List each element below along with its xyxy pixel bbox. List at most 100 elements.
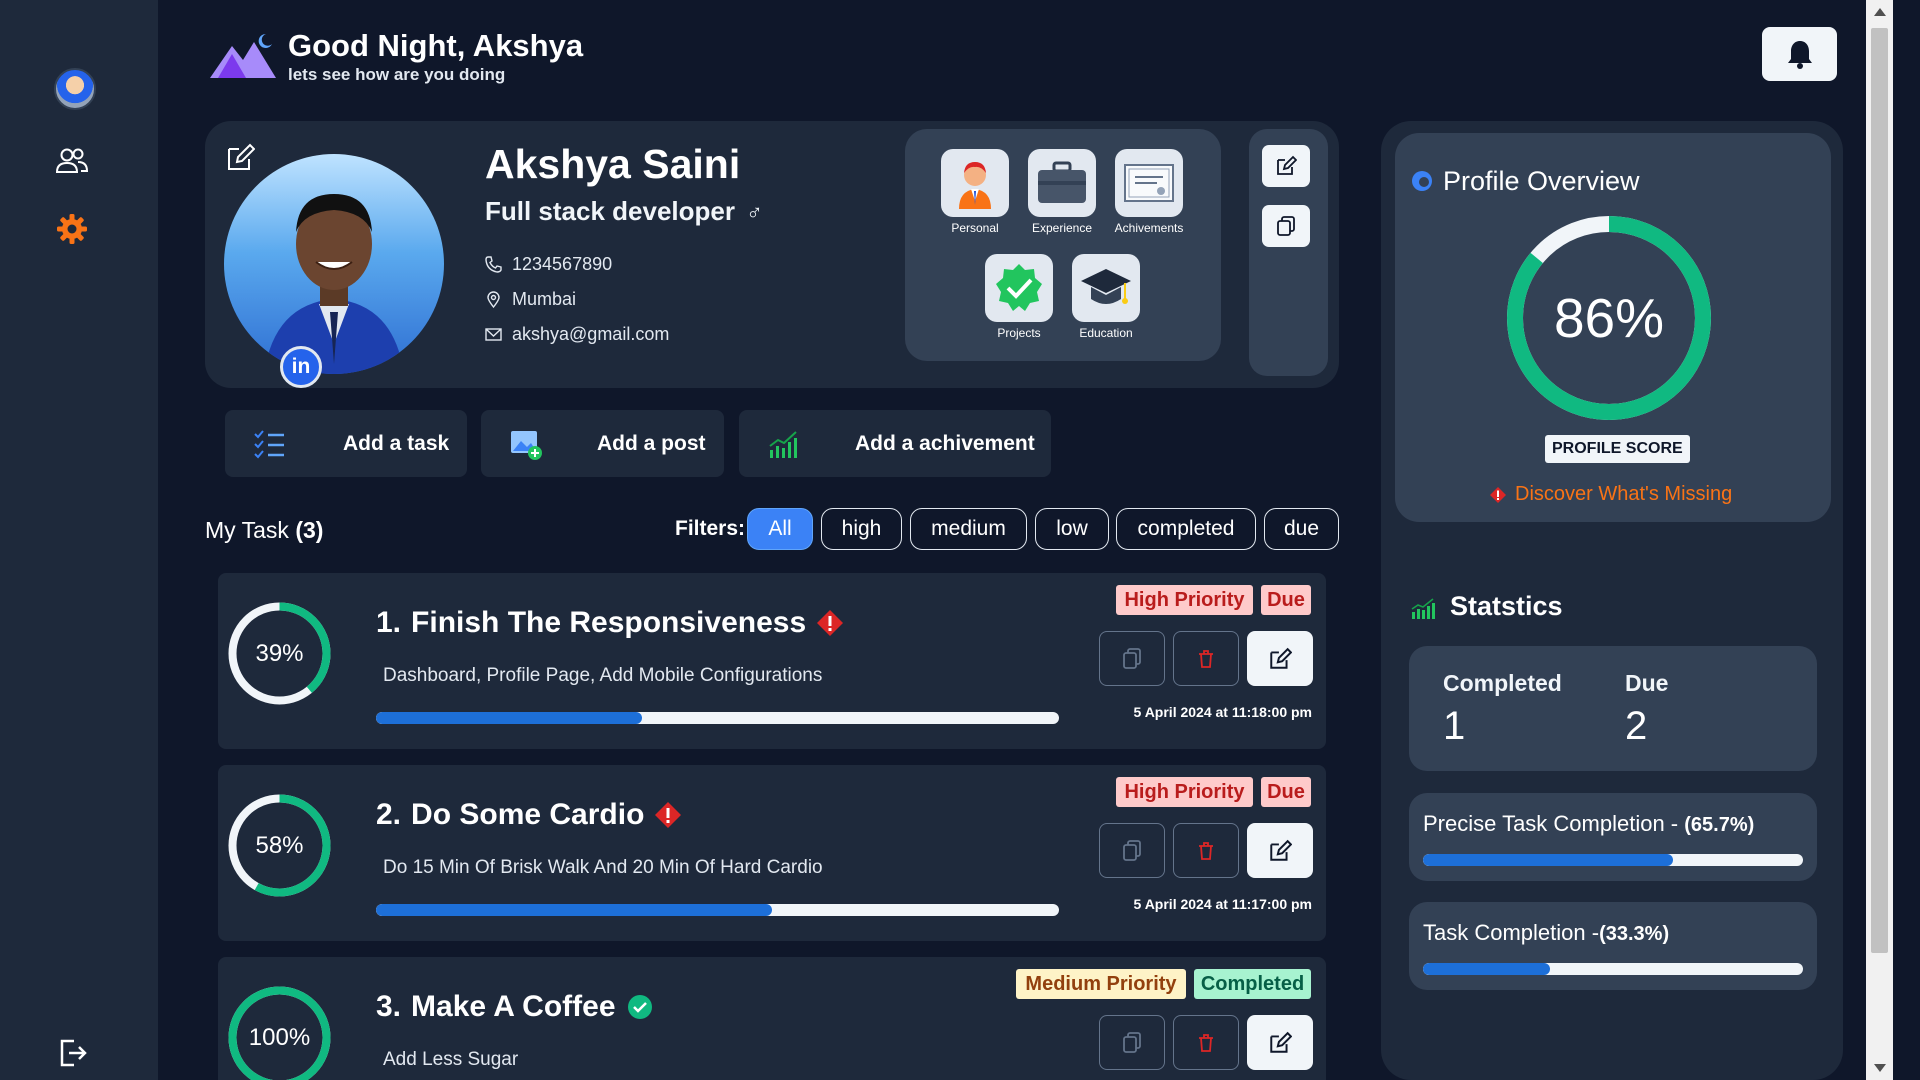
task-completion-bar [1423,963,1803,975]
alert-icon [1490,486,1506,503]
copy-task-button[interactable] [1099,1015,1165,1070]
edit-task-button[interactable] [1247,1015,1313,1070]
avatar[interactable] [54,68,96,110]
task-number: 1. [376,606,402,639]
section-label: Achivements [1114,221,1184,235]
copy-task-button[interactable] [1099,823,1165,878]
precise-completion-label: Precise Task Completion - (65.7%) [1423,811,1754,837]
task-progress-text: 100% [248,1023,311,1051]
status-badge: Due [1261,585,1311,615]
task-progress-text: 58% [255,831,304,859]
task-date: 5 April 2024 at 11:17:00 pm [1133,896,1312,912]
completion-value: (33.3%) [1599,923,1670,945]
delete-task-button[interactable] [1173,823,1239,878]
filter-high[interactable]: high [821,508,902,550]
scroll-down-arrow[interactable] [1874,1064,1886,1072]
edit-button[interactable] [1262,145,1310,187]
section-label: Education [1079,326,1133,340]
trash-icon [1199,649,1213,668]
precise-value: (65.7%) [1684,814,1755,836]
filter-due[interactable]: due [1264,508,1339,550]
task-description: Do 15 Min Of Brisk Walk And 20 Min Of Ha… [383,857,823,878]
my-task-heading: My Task (3) [205,517,323,544]
task-title-text: Finish The Responsiveness [411,606,807,639]
section-personal[interactable]: Personal [930,149,1020,235]
edit-task-button[interactable] [1247,823,1313,878]
add-achievement-button[interactable]: Add a achivement [739,410,1051,477]
page-scrollbar[interactable] [1866,0,1893,1080]
filter-low[interactable]: low [1035,508,1109,550]
discover-missing-link[interactable]: Discover What's Missing [1489,483,1732,506]
filter-completed[interactable]: completed [1116,508,1256,550]
users-icon[interactable] [54,143,90,179]
stats-summary-card: Completed 1 Due 2 [1409,646,1817,771]
delete-task-button[interactable] [1173,631,1239,686]
section-projects[interactable]: Projects [974,254,1064,340]
profile-sections: Personal Experience Achivements Projects… [905,129,1221,361]
my-task-label: My Task [205,517,289,543]
greeting-subtitle: lets see how are you doing [288,65,506,84]
task-list-icon [254,429,284,458]
task-progress-text: 39% [255,639,304,667]
scroll-up-arrow[interactable] [1874,8,1886,16]
logout-icon[interactable] [54,1035,90,1071]
stats-chart-icon [1411,598,1435,619]
filter-medium[interactable]: medium [910,508,1027,550]
priority-badge: Medium Priority [1016,969,1186,999]
alert-icon [817,610,844,636]
profile-role: Full stack developer ♂ [485,196,763,227]
task-title: 3. Make A Coffee [376,990,654,1024]
profile-score-value: 86% [1553,287,1665,349]
section-education[interactable]: Education [1061,254,1151,340]
mountain-moon-icon [210,33,276,78]
certificate-icon [1124,164,1174,202]
person-icon [959,162,991,209]
greeting-title: Good Night, Akshya [288,28,584,63]
profile-name: Akshya Saini [485,141,741,187]
filter-all[interactable]: All [747,508,813,550]
copy-icon [1123,839,1141,861]
task-description: Add Less Sugar [383,1049,519,1070]
right-panel: Profile Overview 86% PROFILE SCORE Disco… [1381,121,1843,1080]
task-card[interactable]: 39% 1. Finish The Responsiveness Dashboa… [218,573,1326,749]
profile-role-text: Full stack developer [485,196,735,226]
add-post-button[interactable]: Add a post [481,410,724,477]
add-task-button[interactable]: Add a task [225,410,467,477]
add-post-label: Add a post [597,431,706,455]
task-card[interactable]: 100% 3. Make A Coffee Add Less Sugar Med… [218,957,1326,1080]
main-content: Good Night, Akshya lets see how are you … [158,0,1893,1080]
delete-task-button[interactable] [1173,1015,1239,1070]
linkedin-icon[interactable]: in [280,346,322,388]
add-achievement-label: Add a achivement [855,431,1035,455]
status-badge: Due [1261,777,1311,807]
task-title-text: Make A Coffee [411,990,616,1023]
task-card[interactable]: 58% 2. Do Some Cardio Do 15 Min Of Brisk… [218,765,1326,941]
edit-profile-icon[interactable] [225,143,255,173]
profile-overview-card: Profile Overview 86% PROFILE SCORE Disco… [1395,133,1831,522]
copy-icon [1123,1031,1141,1053]
edit-task-button[interactable] [1247,631,1313,686]
task-number: 2. [376,798,402,831]
section-label: Experience [1031,221,1093,235]
precise-completion-bar [1423,854,1803,866]
gender-icon: ♂ [746,200,763,225]
trash-icon [1199,1033,1213,1052]
section-label: Personal [951,221,999,235]
gear-icon[interactable] [54,211,90,247]
profile-score-label: PROFILE SCORE [1545,435,1690,463]
completed-label: Completed [1443,670,1562,696]
task-date: 5 April 2024 at 11:18:00 pm [1133,704,1312,720]
status-badge: Completed [1194,969,1311,999]
section-achievements[interactable]: Achivements [1104,149,1194,235]
profile-actions [1249,129,1328,376]
profile-phone: 1234567890 [485,254,612,275]
completion-label-text: Task Completion - [1423,920,1600,945]
copy-task-button[interactable] [1099,631,1165,686]
task-progress-bar [376,712,1059,724]
notifications-button[interactable] [1762,27,1837,81]
section-experience[interactable]: Experience [1017,149,1107,235]
scroll-thumb[interactable] [1871,28,1888,953]
task-title: 2. Do Some Cardio [376,798,682,832]
copy-button[interactable] [1262,205,1310,247]
alert-icon [655,802,682,828]
